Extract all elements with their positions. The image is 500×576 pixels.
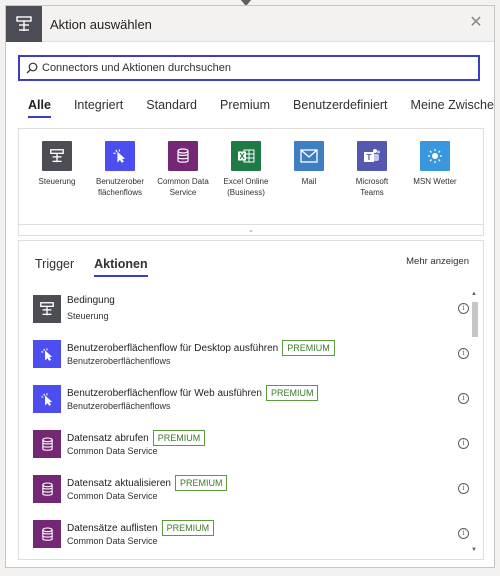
weather-icon [420,141,450,171]
svg-text:X: X [239,152,245,161]
connector-microsoft-teams[interactable]: T Microsoft Teams [343,141,401,198]
ui-flow-icon [105,141,135,171]
action-connector: Benutzeroberflächenflows [67,401,171,411]
connector-common-data-service[interactable]: Common Data Service [154,141,212,198]
excel-icon: X [231,141,261,171]
info-icon[interactable]: i [458,348,469,359]
scrollbar[interactable]: ▲ ▼ [471,291,479,553]
action-connector: Steuerung [67,311,109,321]
info-icon[interactable]: i [458,303,469,314]
ui-flow-icon [33,385,61,413]
expand-connectors-chevron-icon[interactable]: ⌄ [19,224,483,235]
mail-icon [294,141,324,171]
premium-badge: PREMIUM [282,340,335,356]
tab-actions[interactable]: Aktionen [94,257,149,277]
scroll-down-icon[interactable]: ▼ [471,547,477,553]
category-custom[interactable]: Benutzerdefiniert [293,98,388,118]
action-title: Benutzeroberflächenflow für Web ausführe… [67,385,319,401]
panel-header: Aktion auswählen ✕ [6,6,494,42]
action-title: Bedingung [67,295,115,306]
connector-label: Benutzerober flächenflows [95,177,145,197]
premium-badge: PREMIUM [174,475,228,491]
scrollbar-thumb[interactable] [472,302,478,337]
trigger-action-tabs: Trigger Aktionen [35,255,168,277]
action-icon [6,6,42,42]
tab-trigger[interactable]: Trigger [35,257,74,277]
category-integrated[interactable]: Integriert [74,98,123,118]
premium-badge: PREMIUM [152,430,206,446]
action-title: Datensatz abrufen PREMIUM [67,430,206,446]
control-icon [42,141,72,171]
premium-badge: PREMIUM [265,385,319,401]
connector-label: Mail [301,177,317,186]
close-icon[interactable]: ✕ [466,14,486,34]
action-list: Bedingung Steuerung i Benutzeroberfläche… [19,287,469,559]
action-title: Benutzeroberflächenflow für Desktop ausf… [67,340,335,356]
control-icon [33,295,61,323]
action-row-list-records[interactable]: Datensätze auflisten PREMIUM Common Data … [33,516,469,556]
search-icon [26,62,38,74]
connector-control[interactable]: Steuerung [28,141,86,187]
database-icon [33,520,61,548]
action-row-ui-flow-desktop[interactable]: Benutzeroberflächenflow für Desktop ausf… [33,336,469,376]
connector-label: Excel Online (Business) [223,177,269,197]
connector-mail[interactable]: Mail [280,141,338,187]
info-icon[interactable]: i [458,438,469,449]
category-standard[interactable]: Standard [146,98,197,118]
info-icon[interactable]: i [458,483,469,494]
connector-excel-online[interactable]: X Excel Online (Business) [217,141,275,198]
action-title: Datensatz aktualisieren PREMIUM [67,475,228,491]
premium-badge: PREMIUM [161,520,215,536]
connector-label: MSN Wetter [413,177,457,186]
scroll-up-icon[interactable]: ▲ [471,291,477,297]
category-premium[interactable]: Premium [220,98,270,118]
category-clipboard[interactable]: Meine Zwischenablage [411,98,494,118]
search-box[interactable] [18,55,480,81]
svg-text:T: T [367,153,372,162]
search-input[interactable] [42,62,478,74]
action-connector: Benutzeroberflächenflows [67,356,171,366]
ui-flow-icon [33,340,61,368]
action-row-get-record[interactable]: Datensatz abrufen PREMIUM Common Data Ser… [33,426,469,466]
connector-ui-flows[interactable]: Benutzerober flächenflows [91,141,149,198]
action-row-ui-flow-web[interactable]: Benutzeroberflächenflow für Web ausführe… [33,381,469,421]
teams-icon: T [357,141,387,171]
category-all[interactable]: Alle [28,98,51,118]
connector-msn-weather[interactable]: MSN Wetter [406,141,464,187]
show-more-link[interactable]: Mehr anzeigen [406,256,469,267]
action-connector: Common Data Service [67,491,158,501]
connector-label: Microsoft Teams [355,177,389,197]
action-title: Datensätze auflisten PREMIUM [67,520,215,536]
database-icon [33,475,61,503]
actions-section: Trigger Aktionen Mehr anzeigen Bedingung … [18,240,484,560]
info-icon[interactable]: i [458,393,469,404]
action-row-condition[interactable]: Bedingung Steuerung i [33,291,469,331]
choose-action-panel: Aktion auswählen ✕ Alle Integriert Standar… [5,5,495,568]
panel-title: Aktion auswählen [50,17,152,32]
category-tabs: Alle Integriert Standard Premium Benutzerdef… [28,96,494,118]
info-icon[interactable]: i [458,528,469,539]
connector-label: Common Data Service [157,177,209,197]
database-icon [33,430,61,458]
connector-grid: Steuerung Benutzerober flächenflows Comm… [18,128,484,236]
connector-label: Steuerung [38,177,76,186]
action-row-update-record[interactable]: Datensatz aktualisieren PREMIUM Common Da… [33,471,469,511]
database-icon [168,141,198,171]
action-connector: Common Data Service [67,446,158,456]
action-connector: Common Data Service [67,536,158,546]
